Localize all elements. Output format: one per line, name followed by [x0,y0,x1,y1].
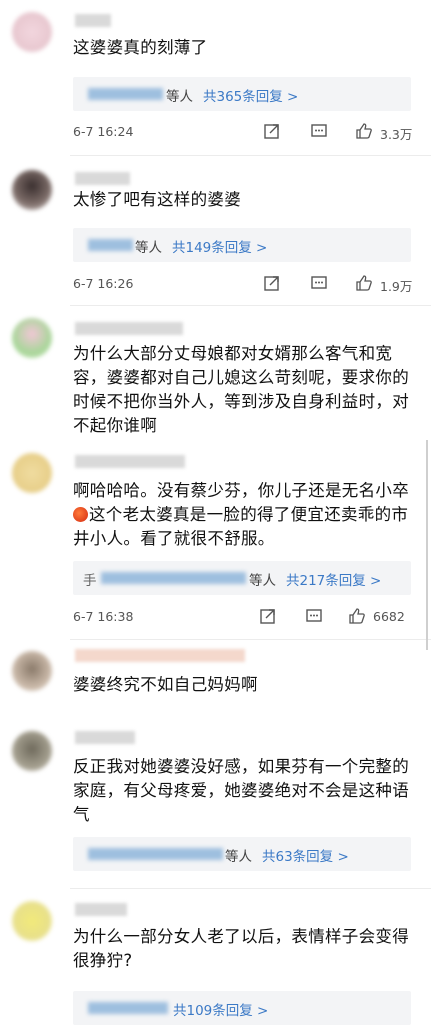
comment-text-part: 这个老太婆真是一脸的得了便宜还卖乖的市井小人。看了就很不舒服。 [73,505,409,548]
comment-text: 太惨了吧有这样的婆婆 [73,190,241,209]
reply-users-prefix: 手 [83,573,97,589]
share-icon[interactable] [259,607,277,625]
username[interactable] [75,172,130,185]
comment-text: 为什么大部分丈母娘都对女婿那么客气和宽容，婆婆都对自己儿媳这么苛刻呢，要求你的时… [73,344,409,435]
share-icon[interactable] [263,122,281,140]
reply-users-suffix: 等人 [166,89,193,105]
avatar[interactable] [12,453,52,493]
reply-count-link[interactable]: 共109条回复 > [173,999,268,1019]
comment-icon[interactable] [310,122,328,140]
divider [70,639,431,640]
avatar[interactable] [12,318,52,358]
reply-summary[interactable]: 等人 共63条回复 > [73,837,411,871]
comment-text-part: 啊哈哈哈。没有蔡少芬，你儿子还是无名小卒 [73,481,409,500]
avatar[interactable] [12,901,52,941]
comment-meta: 6-7 16:26 1.9万 [73,274,419,294]
like-count: 3.3万 [380,127,413,142]
reply-users-suffix: 等人 [249,573,276,589]
divider [70,888,431,889]
comment-text: 这婆婆真的刻薄了 [73,38,208,57]
comment-text: 啊哈哈哈。没有蔡少芬，你儿子还是无名小卒这个老太婆真是一脸的得了便宜还卖乖的市井… [73,479,413,551]
comment-meta: 6-7 16:24 3.3万 [73,122,419,142]
divider [70,155,431,156]
reply-summary[interactable]: 共109条回复 > [73,991,411,1025]
avatar[interactable] [12,170,52,210]
reply-users-suffix: 等人 [225,849,252,865]
username[interactable] [75,903,127,916]
reply-summary[interactable]: 手 等人 共217条回复 > [73,561,411,595]
comment-item: 婆婆终究不如自己妈妈啊 [0,643,431,721]
like-count: 1.9万 [380,279,413,294]
username[interactable] [75,14,111,27]
comment-item: 为什么一部分女人老了以后，表情样子会变得很狰狞? 共109条回复 > [0,891,431,1025]
avatar[interactable] [12,731,52,771]
comment-meta: 6-7 16:38 6682 [73,607,419,627]
comment-text: 为什么一部分女人老了以后，表情样子会变得很狰狞? [73,927,409,970]
avatar[interactable] [12,651,52,691]
comment-item: 反正我对她婆婆没好感，如果芬有一个完整的家庭，有父母疼爱，她婆婆绝对不会是这种语… [0,721,431,891]
scrollbar[interactable] [426,440,428,650]
timestamp: 6-7 16:38 [73,609,134,624]
avatar[interactable] [12,12,52,52]
share-icon[interactable] [263,274,281,292]
reply-users-suffix: 等人 [135,240,162,256]
username[interactable] [75,649,245,662]
thumbs-up-icon[interactable] [348,607,366,625]
reply-count-link[interactable]: 共63条回复 > [262,845,349,865]
comment-item: 太惨了吧有这样的婆婆 等人 共149条回复 > 6-7 16:26 1.9万 [0,158,431,308]
comment-item: 这婆婆真的刻薄了 等人 共365条回复 > 6-7 16:24 3.3万 [0,0,431,165]
thumbs-up-icon[interactable] [355,122,373,140]
tomato-emoji-icon [73,507,88,522]
timestamp: 6-7 16:26 [73,276,134,291]
comment-text: 婆婆终究不如自己妈妈啊 [73,675,258,694]
username[interactable] [75,322,183,335]
comment-item: 为什么大部分丈母娘都对女婿那么客气和宽容，婆婆都对自己儿媳这么苛刻呢，要求你的时… [0,308,431,443]
comment-item: 啊哈哈哈。没有蔡少芬，你儿子还是无名小卒这个老太婆真是一脸的得了便宜还卖乖的市井… [0,443,431,643]
comment-text: 反正我对她婆婆没好感，如果芬有一个完整的家庭，有父母疼爱，她婆婆绝对不会是这种语… [73,757,409,824]
reply-summary[interactable]: 等人 共365条回复 > [73,77,411,111]
reply-summary[interactable]: 等人 共149条回复 > [73,228,411,262]
username[interactable] [75,731,135,744]
comment-icon[interactable] [310,274,328,292]
reply-count-link[interactable]: 共149条回复 > [172,236,267,256]
comment-icon[interactable] [305,607,323,625]
thumbs-up-icon[interactable] [355,274,373,292]
reply-count-link[interactable]: 共365条回复 > [203,85,298,105]
timestamp: 6-7 16:24 [73,124,134,139]
divider [70,305,431,306]
username[interactable] [75,455,185,468]
like-count: 6682 [373,609,405,624]
reply-count-link[interactable]: 共217条回复 > [286,569,381,589]
